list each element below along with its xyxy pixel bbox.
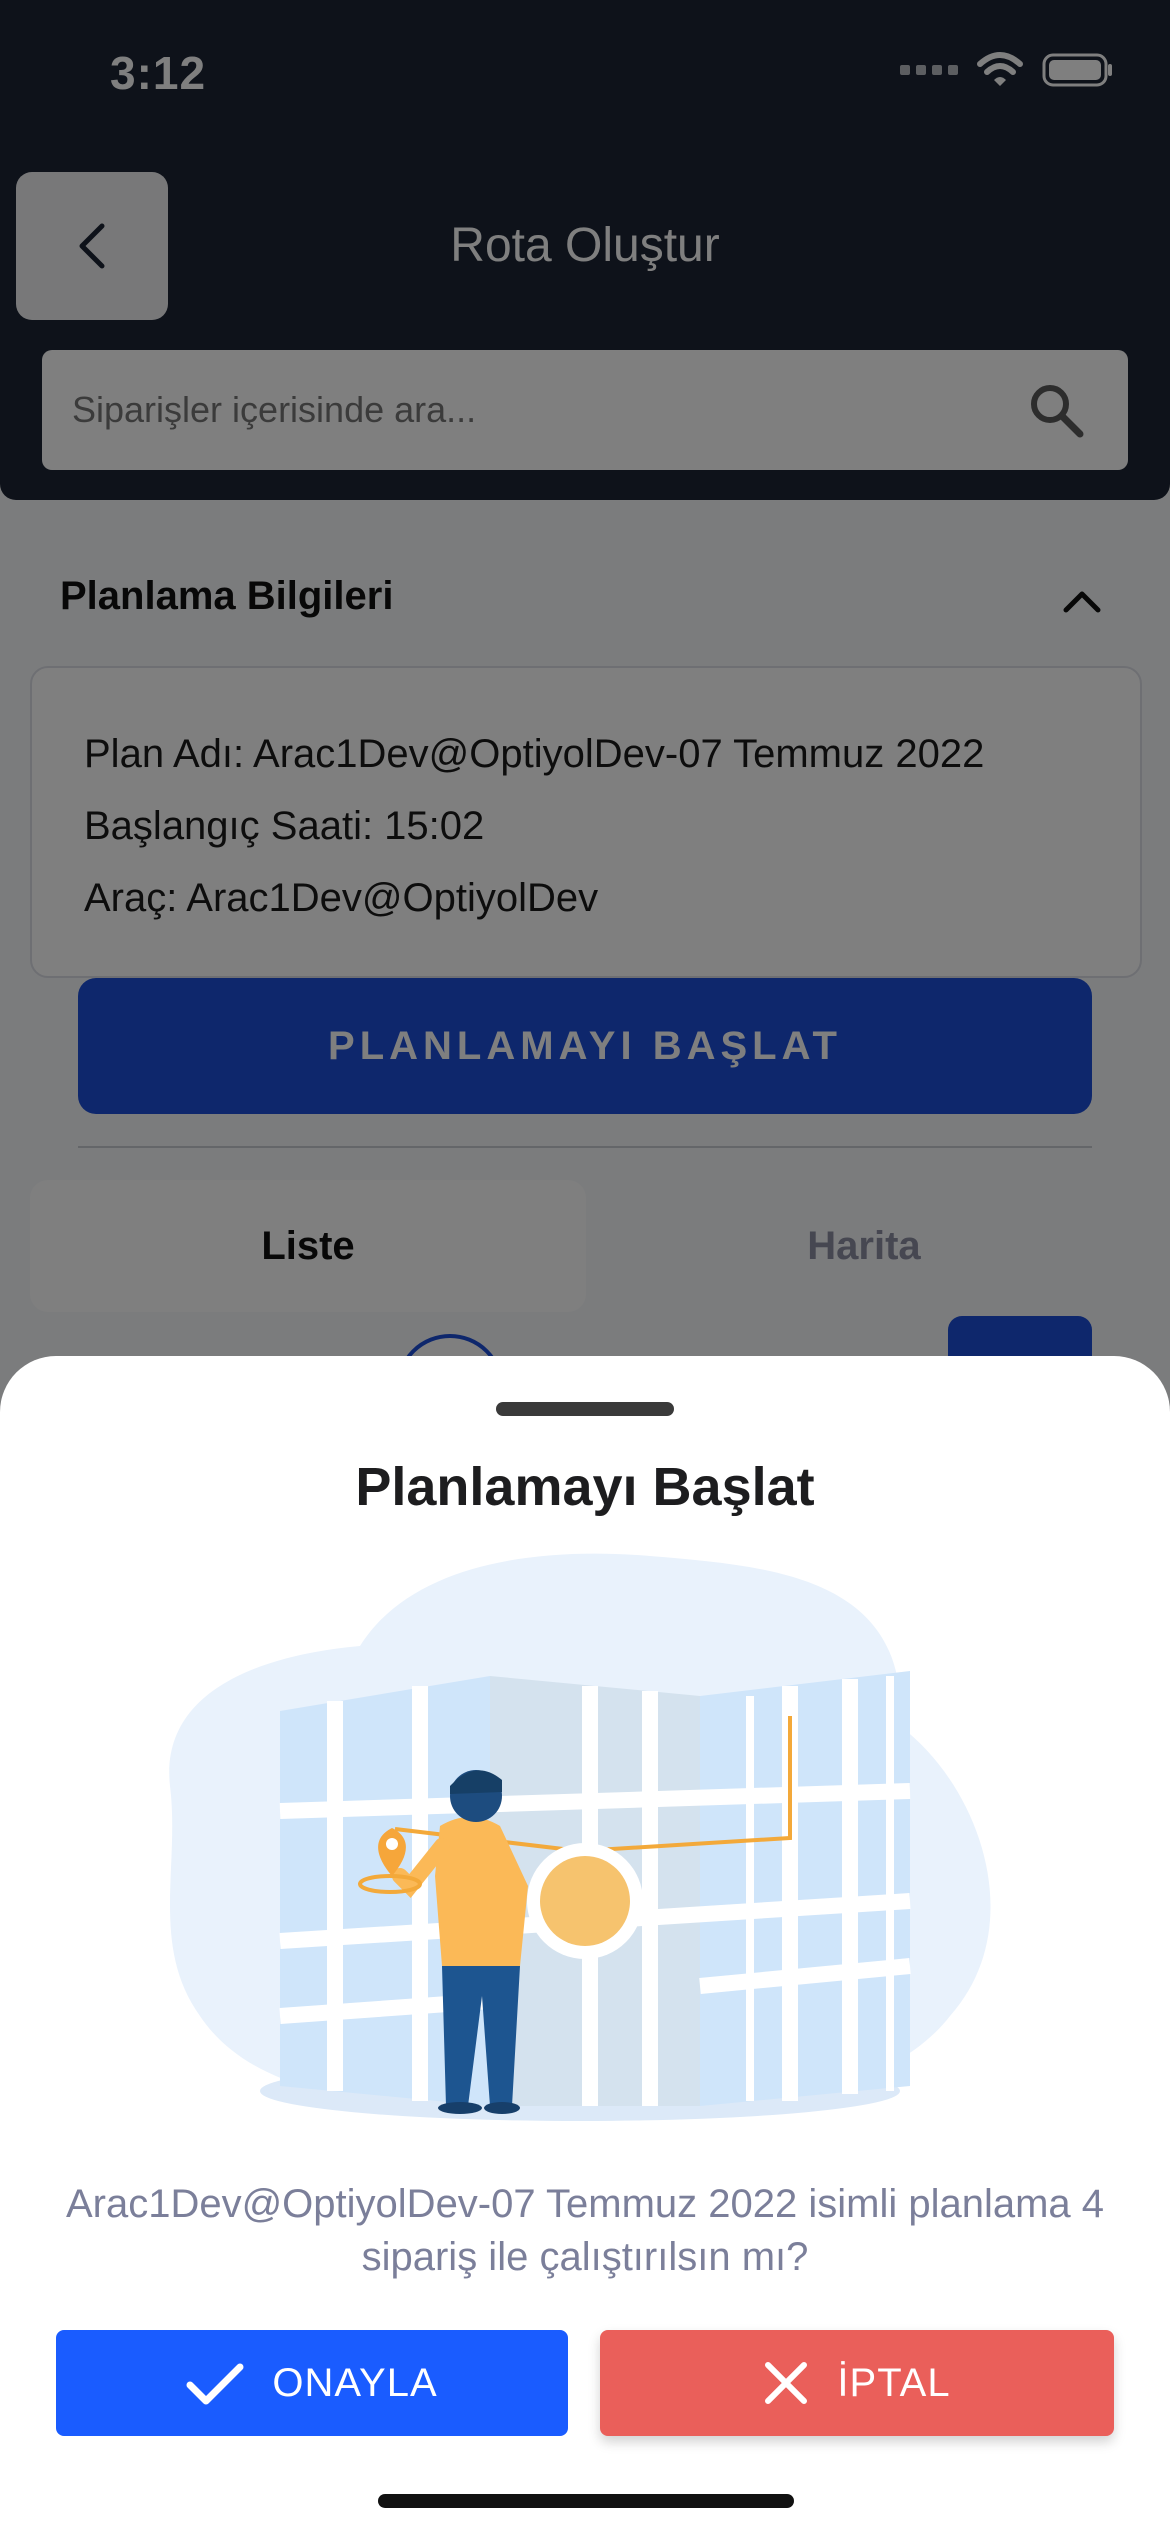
cancel-label: İPTAL [837, 2360, 951, 2405]
confirm-button[interactable]: ONAYLA [56, 2330, 568, 2436]
confirm-bottom-sheet: Planlamayı Başlat Arac1Dev@OptiyolDev-07… [0, 1356, 1170, 2532]
map-navigation-illustration [169, 1553, 991, 2121]
home-indicator [378, 2494, 794, 2508]
check-icon [186, 2363, 244, 2405]
sheet-drag-handle[interactable] [496, 1402, 674, 1416]
cancel-button[interactable]: İPTAL [600, 2330, 1114, 2436]
confirm-label: ONAYLA [272, 2360, 438, 2405]
confirm-message: Arac1Dev@OptiyolDev-07 Temmuz 2022 isiml… [65, 2182, 1105, 2279]
sheet-title: Planlamayı Başlat [355, 1457, 815, 1517]
close-icon [765, 2362, 808, 2404]
